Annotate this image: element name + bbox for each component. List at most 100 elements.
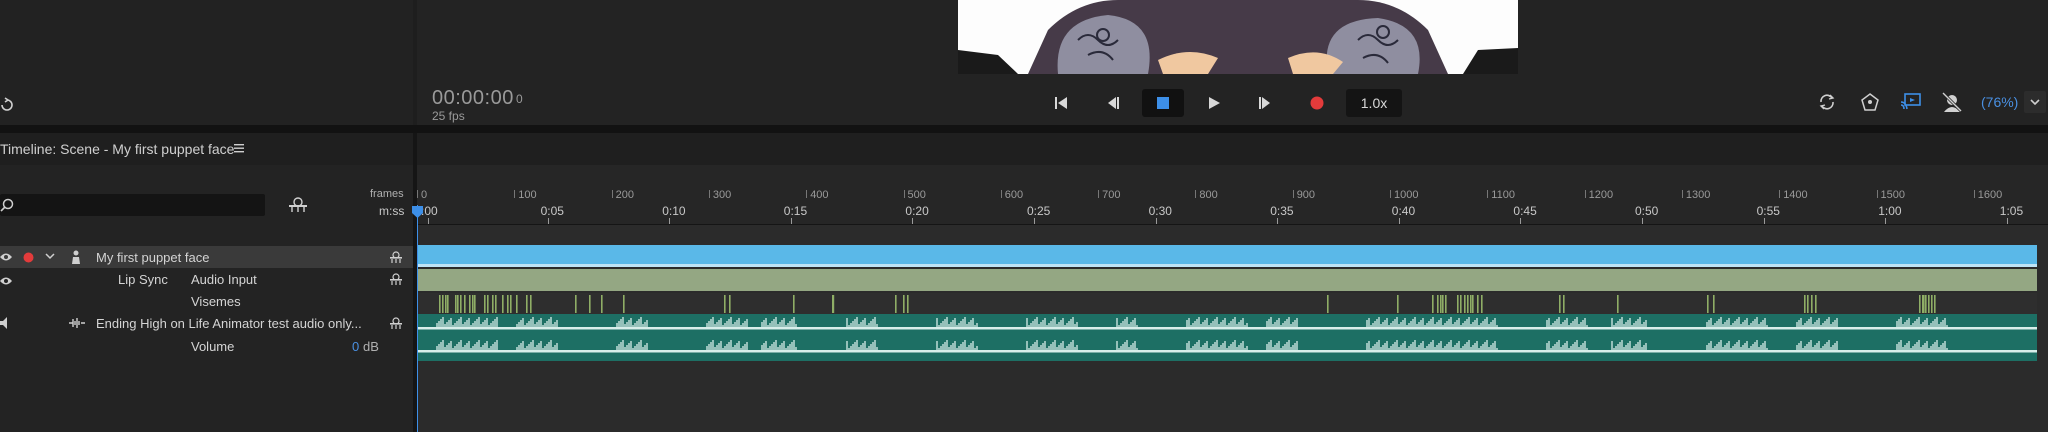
viseme-mark: [495, 295, 497, 313]
speaker-icon[interactable]: [0, 317, 10, 329]
chevron-down-icon[interactable]: [45, 253, 55, 260]
time-tick-label: 1:05: [1999, 204, 2024, 218]
audio-track-bar[interactable]: [417, 314, 2037, 361]
timeline-tracks[interactable]: [417, 225, 2048, 432]
viseme-mark: [447, 295, 449, 313]
viseme-mark: [439, 295, 441, 313]
viseme-mark: [1928, 295, 1930, 313]
time-tick-label: 0:20: [905, 204, 929, 218]
time-tick-label: 0:25: [1027, 204, 1051, 218]
visemes-track[interactable]: [417, 293, 2037, 315]
viseme-mark: [464, 295, 466, 313]
timecode: 00:00:00: [432, 87, 514, 109]
frame-tick-label: 1600: [1977, 189, 2003, 201]
stop-icon: [1157, 97, 1169, 109]
viseme-mark: [1445, 295, 1447, 313]
viseme-mark: [724, 295, 726, 313]
frame-tick: [1000, 190, 1002, 198]
frame-tick-label: 800: [1199, 189, 1218, 201]
search-input[interactable]: [0, 194, 265, 216]
layer-name: My first puppet face: [96, 250, 210, 265]
frame-tick-label: 400: [810, 189, 829, 201]
frame-tick-label: 1100: [1491, 189, 1515, 201]
param-name: Visemes: [191, 294, 241, 309]
viseme-mark: [1437, 295, 1439, 313]
camera-input-icon[interactable]: [1941, 91, 1963, 113]
layer-filter-icon[interactable]: [389, 317, 403, 329]
viseme-mark: [1457, 295, 1459, 313]
audio-waveform-icon: [68, 318, 86, 328]
viseme-mark: [526, 295, 528, 313]
refresh-icon[interactable]: [0, 97, 14, 113]
viseme-mark: [1807, 295, 1809, 313]
layer-row-puppet[interactable]: My first puppet face: [0, 246, 413, 268]
viseme-mark: [1925, 295, 1927, 313]
playhead[interactable]: [417, 205, 418, 432]
time-tick-label: 0:35: [1270, 204, 1294, 218]
frame-counter: 0: [516, 92, 523, 106]
playback-speed[interactable]: 1.0x: [1346, 89, 1402, 117]
stop-button[interactable]: [1142, 89, 1184, 117]
playhead-handle[interactable]: [412, 206, 423, 218]
step-forward-button[interactable]: [1245, 89, 1285, 117]
layer-name: Ending High on Life Animator test audio …: [96, 316, 362, 331]
frame-tick: [1876, 190, 1878, 198]
search-icon: [0, 198, 14, 212]
audio-input-track-bar[interactable]: [417, 269, 2037, 291]
viseme-mark: [1707, 295, 1709, 313]
param-name: Volume: [191, 339, 235, 354]
viseme-mark: [729, 295, 731, 313]
behavior-name: Lip Sync: [118, 272, 168, 287]
frame-tick: [1681, 190, 1683, 198]
timeline-ruler[interactable]: 0 100 200 300 400 500 600 700 800 900 1000 1100 1200…: [417, 165, 2048, 225]
panel-divider[interactable]: [0, 125, 2048, 133]
panel-menu-icon[interactable]: [233, 142, 245, 154]
record-arm-icon[interactable]: [23, 252, 34, 263]
frame-tick-label: 500: [907, 189, 926, 201]
layers-panel: frames m:ss My first puppet face Lip Syn…: [0, 165, 413, 432]
record-button[interactable]: [1297, 89, 1337, 117]
fps-label: 25 fps: [432, 109, 465, 123]
viseme-mark: [1617, 295, 1619, 313]
viseme-mark: [793, 295, 795, 313]
frame-tick: [611, 190, 613, 198]
viseme-mark: [1811, 295, 1813, 313]
play-button[interactable]: [1194, 89, 1234, 117]
frame-tick: [708, 190, 710, 198]
frame-tick-label: 0: [421, 189, 428, 201]
viseme-mark: [460, 295, 462, 313]
frame-tick: [1779, 190, 1781, 198]
frame-tick: [903, 190, 905, 198]
time-tick-label: :00: [421, 204, 438, 218]
time-tick-label: 0:45: [1513, 204, 1537, 218]
go-to-start-button[interactable]: [1041, 89, 1081, 117]
layer-filter-icon[interactable]: [288, 197, 308, 213]
viseme-mark: [469, 295, 471, 313]
layer-filter-icon[interactable]: [389, 273, 403, 285]
viseme-mark: [1440, 295, 1442, 313]
puppet-track-bar[interactable]: [417, 245, 2037, 267]
viseme-mark: [1397, 295, 1399, 313]
sync-icon[interactable]: [1818, 93, 1836, 111]
volume-value[interactable]: 0: [352, 339, 359, 354]
viseme-mark: [457, 295, 459, 313]
frame-tick-label: 200: [615, 189, 634, 201]
zoom-level[interactable]: (76%): [1981, 94, 2018, 110]
time-tick-label: 0:05: [540, 204, 564, 218]
eye-icon[interactable]: [0, 276, 12, 286]
step-back-button[interactable]: [1093, 89, 1133, 117]
layer-filter-icon[interactable]: [389, 251, 403, 263]
frame-tick: [1973, 190, 1975, 198]
viseme-mark: [1467, 295, 1469, 313]
audio-waveform: [436, 317, 1948, 327]
time-tick-label: 0:55: [1756, 204, 1780, 218]
volume-unit: dB: [363, 339, 379, 354]
eye-icon[interactable]: [0, 252, 12, 262]
viseme-mark: [1477, 295, 1479, 313]
zoom-dropdown-button[interactable]: [2024, 91, 2046, 113]
cast-icon[interactable]: [1900, 92, 1922, 112]
puppet-tracker-icon[interactable]: [1860, 92, 1880, 112]
frame-tick-label: 1500: [1880, 189, 1905, 201]
step-forward-icon: [1259, 97, 1270, 109]
frame-tick-label: 300: [712, 189, 732, 201]
